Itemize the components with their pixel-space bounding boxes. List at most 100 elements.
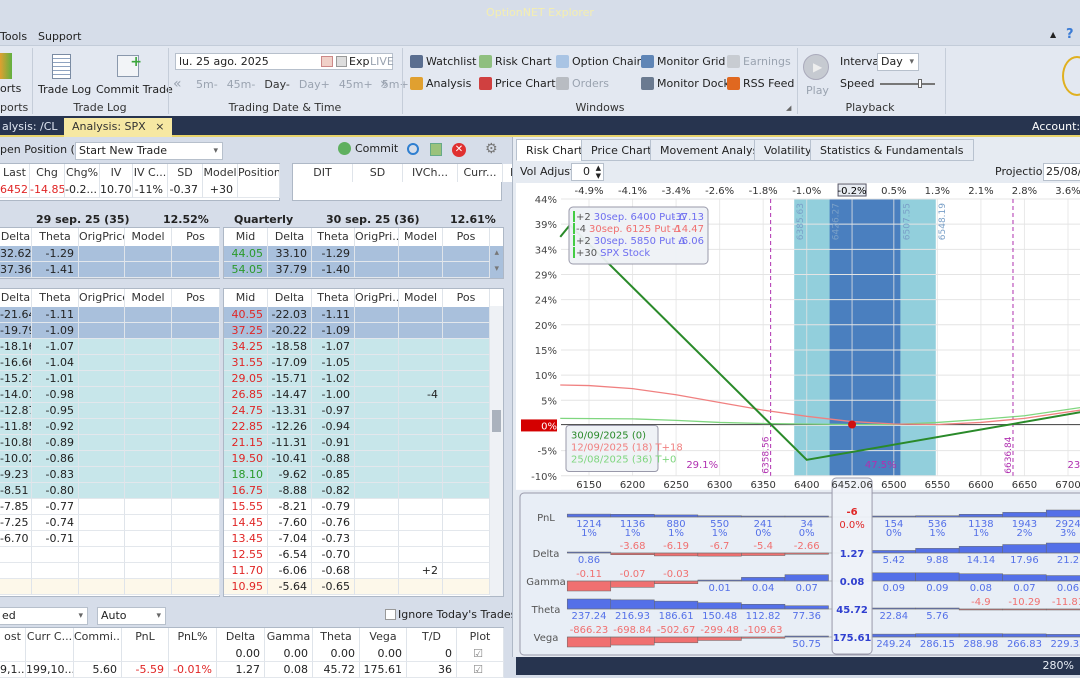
table-row[interactable]: -16.66 -1.04 [0,355,220,371]
column-header[interactable]: Theta [32,228,79,246]
search-icon[interactable] [407,143,419,155]
column-header[interactable]: IV [100,164,133,182]
step-4[interactable]: 45m+ [339,78,373,91]
table-row[interactable]: -8.51 -0.80 [0,483,220,499]
reports-button[interactable]: orts [0,82,21,95]
close-icon[interactable]: × [155,120,164,133]
expiration-icon[interactable] [336,56,347,67]
trading-date-input[interactable]: lu. 25 ago. 2025 Exp LIVE [175,53,394,70]
column-header[interactable]: Model [125,228,172,246]
expand-group-icon[interactable]: ◢ [786,104,791,112]
column-header[interactable]: Curr... [458,164,503,182]
column-header[interactable]: Last [0,164,30,182]
scroll-down-icon[interactable]: ▾ [494,264,499,274]
column-header[interactable]: Curr C... [26,628,74,646]
table-row[interactable]: -14.01 -0.98 [0,387,220,403]
table-row[interactable]: 21.15 -11.31 -0.91 [224,435,503,451]
calendar-icon[interactable] [321,56,333,67]
window-monitor-grid-button[interactable]: Monitor Grid [641,55,725,68]
commit-trade-button[interactable]: Commit Trade [96,83,173,96]
collapse-ribbon-icon[interactable]: ▲ [1050,30,1056,39]
table-row[interactable]: 31.55 -17.09 -1.05 [224,355,503,371]
table-row[interactable]: -7.25 -0.74 [0,515,220,531]
table-row[interactable]: -10.02 -0.86 [0,451,220,467]
column-header[interactable]: Chg [30,164,65,182]
window-monitor-dock-button[interactable]: Monitor Dock [641,77,730,90]
column-header[interactable]: Chg% [65,164,100,182]
table-row[interactable]: -7.85 -0.77 [0,499,220,515]
table-row[interactable]: -18.16 -1.07 [0,339,220,355]
step-2[interactable]: Day- [264,78,290,91]
table-row[interactable]: 14.45 -7.60 -0.76 [224,515,503,531]
column-header[interactable]: Commi... [74,628,122,646]
filter-select[interactable]: ed [0,607,88,625]
column-header[interactable]: Theta [32,289,79,307]
column-header[interactable]: OrigPri... [355,228,399,246]
menu-tools[interactable]: Tools [0,30,27,43]
table-row[interactable]: -21.64 -1.11 [0,307,220,323]
column-header[interactable]: Delta [268,289,312,307]
trade-log-button[interactable]: Trade Log [38,83,91,96]
plot-checkbox[interactable]: ☑ [473,663,483,676]
column-header[interactable]: T/D [407,628,457,646]
table-row[interactable] [0,547,220,563]
column-header[interactable]: Pos [443,289,490,307]
exp-label[interactable]: Exp [349,55,369,68]
scroll-up-icon[interactable]: ▴ [494,248,499,258]
table-row[interactable]: 13.45 -7.04 -0.73 [224,531,503,547]
delete-icon[interactable]: ✕ [452,143,466,157]
column-header[interactable]: SD [353,164,403,182]
column-header[interactable]: Model [399,228,443,246]
column-header[interactable]: DIT [293,164,353,182]
table-row[interactable]: 37.25 -20.22 -1.09 [224,323,503,339]
step-3[interactable]: Day+ [299,78,330,91]
window-price-chart-button[interactable]: Price Chart [479,77,556,90]
table-row[interactable]: 54.05 37.79 -1.40 [224,262,503,278]
tab-analysis-spx[interactable]: Analysis: SPX × [64,118,173,137]
help-icon[interactable]: ? [1066,27,1074,42]
table-row[interactable]: -19.79 -1.09 [0,323,220,339]
tab-analysis-cl[interactable]: alysis: /CL [0,118,66,137]
column-header[interactable]: Plot [457,628,504,646]
table-row[interactable]: -6.70 -0.71 [0,531,220,547]
puts-scrollbar[interactable] [490,306,503,596]
column-header[interactable]: PnL [122,628,169,646]
projection-date-input[interactable]: 25/08/2 [1043,163,1080,181]
table-row[interactable]: 10.95 -5.64 -0.65 [224,579,503,595]
window-earnings-button[interactable]: Earnings [727,55,791,68]
table-row[interactable]: -10.88 -0.89 [0,435,220,451]
window-watchlist-button[interactable]: Watchlist [410,55,476,68]
trade-select[interactable]: Start New Trade [75,142,223,160]
tab-statistics-fundamentals[interactable]: Statistics & Fundamentals [810,139,974,161]
table-row[interactable]: 12.55 -6.54 -0.70 [224,547,503,563]
step-0[interactable]: 5m- [196,78,218,91]
table-row[interactable] [0,579,220,595]
table-row[interactable]: 26.85 -14.47 -1.00 -4 [224,387,503,403]
menu-support[interactable]: Support [38,30,81,43]
plot-checkbox[interactable]: ☑ [473,647,483,660]
table-row[interactable] [0,563,220,579]
column-header[interactable]: Model [203,164,238,182]
step-back-icon[interactable]: « [173,76,182,92]
column-header[interactable]: OrigPrice [79,228,125,246]
table-row[interactable]: 40.55 -22.03 -1.11 [224,307,503,323]
window-option-chain-button[interactable]: Option Chain [556,55,644,68]
ignore-trades-checkbox[interactable] [385,609,396,620]
auto-select[interactable]: Auto [97,607,166,625]
table-row[interactable]: -12.87 -0.95 [0,403,220,419]
column-header[interactable]: Model [399,289,443,307]
table-row[interactable]: 11.70 -6.06 -0.68 +2 [224,563,503,579]
column-header[interactable]: Delta [217,628,265,646]
table-row[interactable]: 34.25 -18.58 -1.07 [224,339,503,355]
column-header[interactable]: Pos [172,289,220,307]
column-header[interactable]: Delta [268,228,312,246]
interval-select[interactable]: Day [877,53,919,71]
column-header[interactable]: Delta [0,228,32,246]
table-row[interactable]: 16.75 -8.88 -0.82 [224,483,503,499]
column-header[interactable]: Vega [360,628,407,646]
column-header[interactable]: ost [0,628,26,646]
table-row[interactable]: 19.50 -10.41 -0.88 [224,451,503,467]
live-label[interactable]: LIVE [370,55,394,68]
column-header[interactable]: Mid [224,228,268,246]
play-button[interactable]: ▶ [803,54,829,80]
